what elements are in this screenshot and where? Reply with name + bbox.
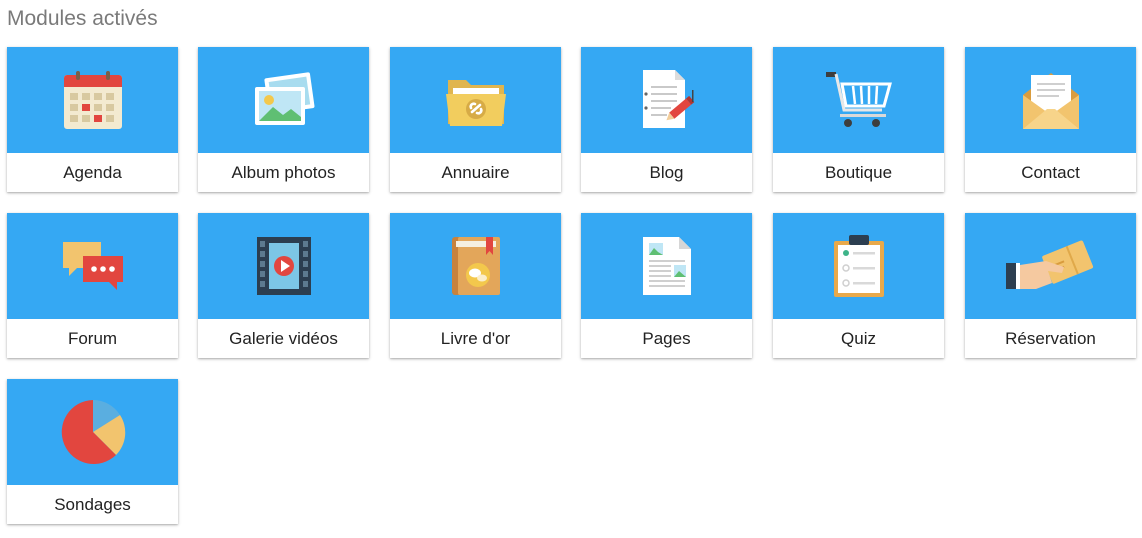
module-label: Pages (642, 328, 691, 348)
module-tile-icon-area (965, 213, 1136, 319)
module-tile-icon-area (7, 47, 178, 153)
module-tile-reservation[interactable]: Réservation (965, 213, 1136, 358)
module-tile-livre-dor[interactable]: Livre d'or (390, 213, 561, 358)
shopping-cart-icon (825, 70, 892, 130)
module-tile-icon-area (773, 47, 944, 153)
module-tile-galerie-videos[interactable]: Galerie vidéos (198, 213, 369, 358)
module-tile-blog[interactable]: Blog (581, 47, 752, 192)
clipboard-checklist-icon (831, 233, 887, 299)
module-tile-icon-area (7, 213, 178, 319)
module-tile-annuaire[interactable]: Annuaire (390, 47, 561, 192)
module-tile-icon-area (390, 213, 561, 319)
module-label: Quiz (841, 328, 876, 348)
folder-link-icon (444, 72, 508, 128)
module-tile-agenda[interactable]: Agenda (7, 47, 178, 192)
modules-grid: Agenda Album photos Annuaire Blog Boutiq… (0, 0, 1142, 538)
module-tile-album-photos[interactable]: Album photos (198, 47, 369, 192)
module-label: Forum (67, 328, 118, 348)
module-tile-quiz[interactable]: Quiz (773, 213, 944, 358)
guestbook-icon (448, 235, 504, 297)
module-tile-icon-area (198, 213, 369, 319)
module-tile-icon-area (581, 47, 752, 153)
module-label: Album photos (231, 162, 336, 182)
module-tile-sondages[interactable]: Sondages (7, 379, 178, 524)
module-label: Sondages (54, 494, 131, 514)
module-tile-icon-area (773, 213, 944, 319)
module-label: Livre d'or (440, 328, 511, 348)
photos-icon (251, 71, 317, 129)
module-label: Agenda (63, 162, 122, 182)
module-label: Galerie vidéos (229, 328, 338, 348)
module-tile-icon-area (581, 213, 752, 319)
envelope-icon (1019, 69, 1083, 131)
module-label: Boutique (824, 162, 893, 182)
document-pencil-icon (635, 68, 699, 132)
chat-bubbles-icon (61, 238, 125, 294)
module-tile-forum[interactable]: Forum (7, 213, 178, 358)
module-tile-icon-area (390, 47, 561, 153)
module-tile-icon-area (198, 47, 369, 153)
calendar-icon (62, 69, 124, 131)
video-film-icon (255, 235, 313, 297)
page-icon (641, 235, 693, 297)
module-label: Contact (1021, 162, 1080, 182)
module-tile-contact[interactable]: Contact (965, 47, 1136, 192)
module-label: Réservation (1005, 328, 1096, 348)
module-tile-pages[interactable]: Pages (581, 213, 752, 358)
ticket-hand-icon (1005, 237, 1096, 295)
module-label: Annuaire (441, 162, 510, 182)
module-tile-icon-area (965, 47, 1136, 153)
pie-chart-icon (58, 397, 128, 467)
module-tile-icon-area (7, 379, 178, 485)
module-tile-boutique[interactable]: Boutique (773, 47, 944, 192)
module-label: Blog (649, 162, 684, 182)
